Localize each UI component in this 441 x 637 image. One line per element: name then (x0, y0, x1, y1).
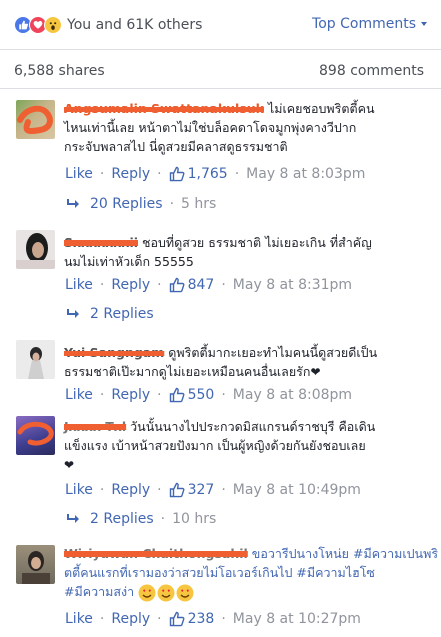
comment-text: ธรรมชาติเป๊ะมากดูไม่เยอะเหมือนคนอื่นเลยร… (64, 364, 311, 379)
view-replies-link[interactable]: 2 Replies (66, 306, 154, 322)
reply-arrow-icon (67, 199, 79, 208)
comment-text: ตตี้คนแรกที่เรามองว่าสวยไม่โอเวอร์เกินไป… (64, 565, 375, 580)
comment-timestamp[interactable]: May 8 at 8:03pm (246, 166, 365, 182)
sort-comments-label: Top Comments (312, 16, 416, 32)
hashtag-link[interactable]: #มีความสง่า (64, 584, 134, 599)
comment-text: ไหนเท่านี้เลย หน้าตาไม่ใช่บล็อคดาโดจมูกพ… (64, 120, 357, 135)
avatar[interactable] (16, 340, 55, 379)
like-button[interactable]: Like (65, 166, 93, 182)
shares-count[interactable]: 6,588 shares (14, 63, 105, 79)
heart-icon: ❤ (310, 365, 321, 379)
like-count[interactable]: 847 (188, 277, 215, 293)
replies-count: 20 Replies (90, 196, 163, 212)
comment-body: Angsumalin Swattanakulsuk ไม่เคยชอบพริตต… (64, 99, 429, 156)
comment-actions: Like · Reply · 1,765 · May 8 at 8:03pm (65, 166, 366, 182)
comment-text: กระจับพลาสไป นี่ดูสวยมีคลาสดูธรรมชาติ (64, 139, 288, 154)
reply-arrow-icon (67, 309, 79, 318)
comment-text: ชอบที่ดูสวย ธรรมชาติ ไม่เยอะเกิน ที่สำคั… (142, 235, 372, 250)
thumbs-up-icon (169, 387, 185, 403)
comment-body: Wiriyawan Chaithongsahil ขอวารีปนางโหน่ย… (64, 544, 438, 602)
avatar[interactable] (16, 230, 55, 269)
thumbs-up-icon (169, 277, 185, 293)
like-count[interactable]: 1,765 (188, 166, 228, 182)
comment-author-name[interactable]: Wiriyawan Chaithongsahil (64, 546, 248, 561)
thumbs-up-icon (169, 482, 185, 498)
replies-count: 2 Replies (90, 511, 154, 527)
comment-actions: Like · Reply · 238 · May 8 at 10:27pm (65, 611, 361, 627)
sort-comments-dropdown[interactable]: Top Comments (312, 16, 427, 32)
like-button[interactable]: Like (65, 277, 93, 293)
comment-timestamp[interactable]: May 8 at 8:31pm (233, 277, 352, 293)
view-replies-link[interactable]: 20 Replies · 5 hrs (66, 196, 216, 212)
thumbs-up-icon (169, 166, 185, 182)
comment-author-name[interactable]: Yui Sangngam (64, 345, 164, 360)
divider (0, 88, 441, 89)
reply-button[interactable]: Reply (111, 482, 150, 498)
comment-body: Yui Sangngam ดูพริตตี้มากะเยอะทำไมคนนี้ด… (64, 343, 429, 382)
replies-timestamp: 10 hrs (172, 511, 217, 527)
like-count[interactable]: 238 (188, 611, 215, 627)
avatar[interactable] (16, 100, 55, 139)
comment-body: Jxxxx Txl วันนั้นนางไปประกวดมิสแกรนด์ราช… (64, 417, 429, 475)
heart-eyes-emoji-icon (176, 584, 194, 601)
comment-text: ไม่เคยชอบพริตตี้คน (267, 101, 375, 116)
avatar[interactable] (16, 545, 55, 584)
comments-count[interactable]: 898 comments (319, 63, 424, 79)
thumbs-up-icon (169, 611, 185, 627)
reaction-summary-text: You and 61K others (67, 17, 203, 33)
comment-author-name[interactable]: Jxxxx Txl (64, 419, 126, 434)
like-count[interactable]: 327 (188, 482, 215, 498)
like-button[interactable]: Like (65, 482, 93, 498)
heart-icon: ❤ (64, 458, 75, 472)
comment-text: ขอวารีปนางโหน่ย #มีความเปนพริ (251, 546, 439, 561)
comment-actions: Like · Reply · 327 · May 8 at 10:49pm (65, 482, 361, 498)
replies-timestamp: 5 hrs (181, 196, 217, 212)
comment-timestamp[interactable]: May 8 at 10:49pm (233, 482, 361, 498)
divider (0, 49, 441, 50)
reply-button[interactable]: Reply (111, 611, 150, 627)
comment-actions: Like · Reply · 550 · May 8 at 8:08pm (65, 387, 353, 403)
heart-eyes-emoji-icon (138, 584, 156, 601)
comment-author-name[interactable]: Sxxxxxxxii (64, 235, 138, 250)
reply-button[interactable]: Reply (111, 387, 150, 403)
reaction-summary[interactable]: You and 61K others (14, 14, 202, 36)
chevron-down-icon (421, 22, 427, 26)
comment-body: Sxxxxxxxii ชอบที่ดูสวย ธรรมชาติ ไม่เยอะเ… (64, 233, 429, 271)
reply-button[interactable]: Reply (111, 277, 150, 293)
comment-text: นมไม่เท่าหัวเด็ก 55555 (64, 254, 194, 269)
comment-timestamp[interactable]: May 8 at 8:08pm (233, 387, 352, 403)
wow-reaction-icon (44, 16, 62, 34)
like-count[interactable]: 550 (188, 387, 215, 403)
replies-count: 2 Replies (90, 306, 154, 322)
comment-text: วันนั้นนางไปประกวดมิสแกรนด์ราชบุรี คือเด… (130, 419, 376, 434)
comment-author-name[interactable]: Angsumalin Swattanakulsuk (64, 101, 264, 116)
like-button[interactable]: Like (65, 387, 93, 403)
like-button[interactable]: Like (65, 611, 93, 627)
reply-arrow-icon (67, 514, 79, 523)
comment-actions: Like · Reply · 847 · May 8 at 8:31pm (65, 277, 353, 293)
avatar[interactable] (16, 416, 55, 455)
comment-text: ดูพริตตี้มากะเยอะทำไมคนนี้ดูสวยดีเป็น (168, 345, 378, 360)
comment-text: แข็งแรง เบ้าหน้าสวยปังมาก เป็นผู้หญิงด้ว… (64, 438, 366, 453)
view-replies-link[interactable]: 2 Replies · 10 hrs (66, 511, 216, 527)
heart-eyes-emoji-icon (157, 584, 175, 601)
comment-timestamp[interactable]: May 8 at 10:27pm (233, 611, 361, 627)
emoji-icons (138, 584, 194, 602)
reply-button[interactable]: Reply (111, 166, 150, 182)
